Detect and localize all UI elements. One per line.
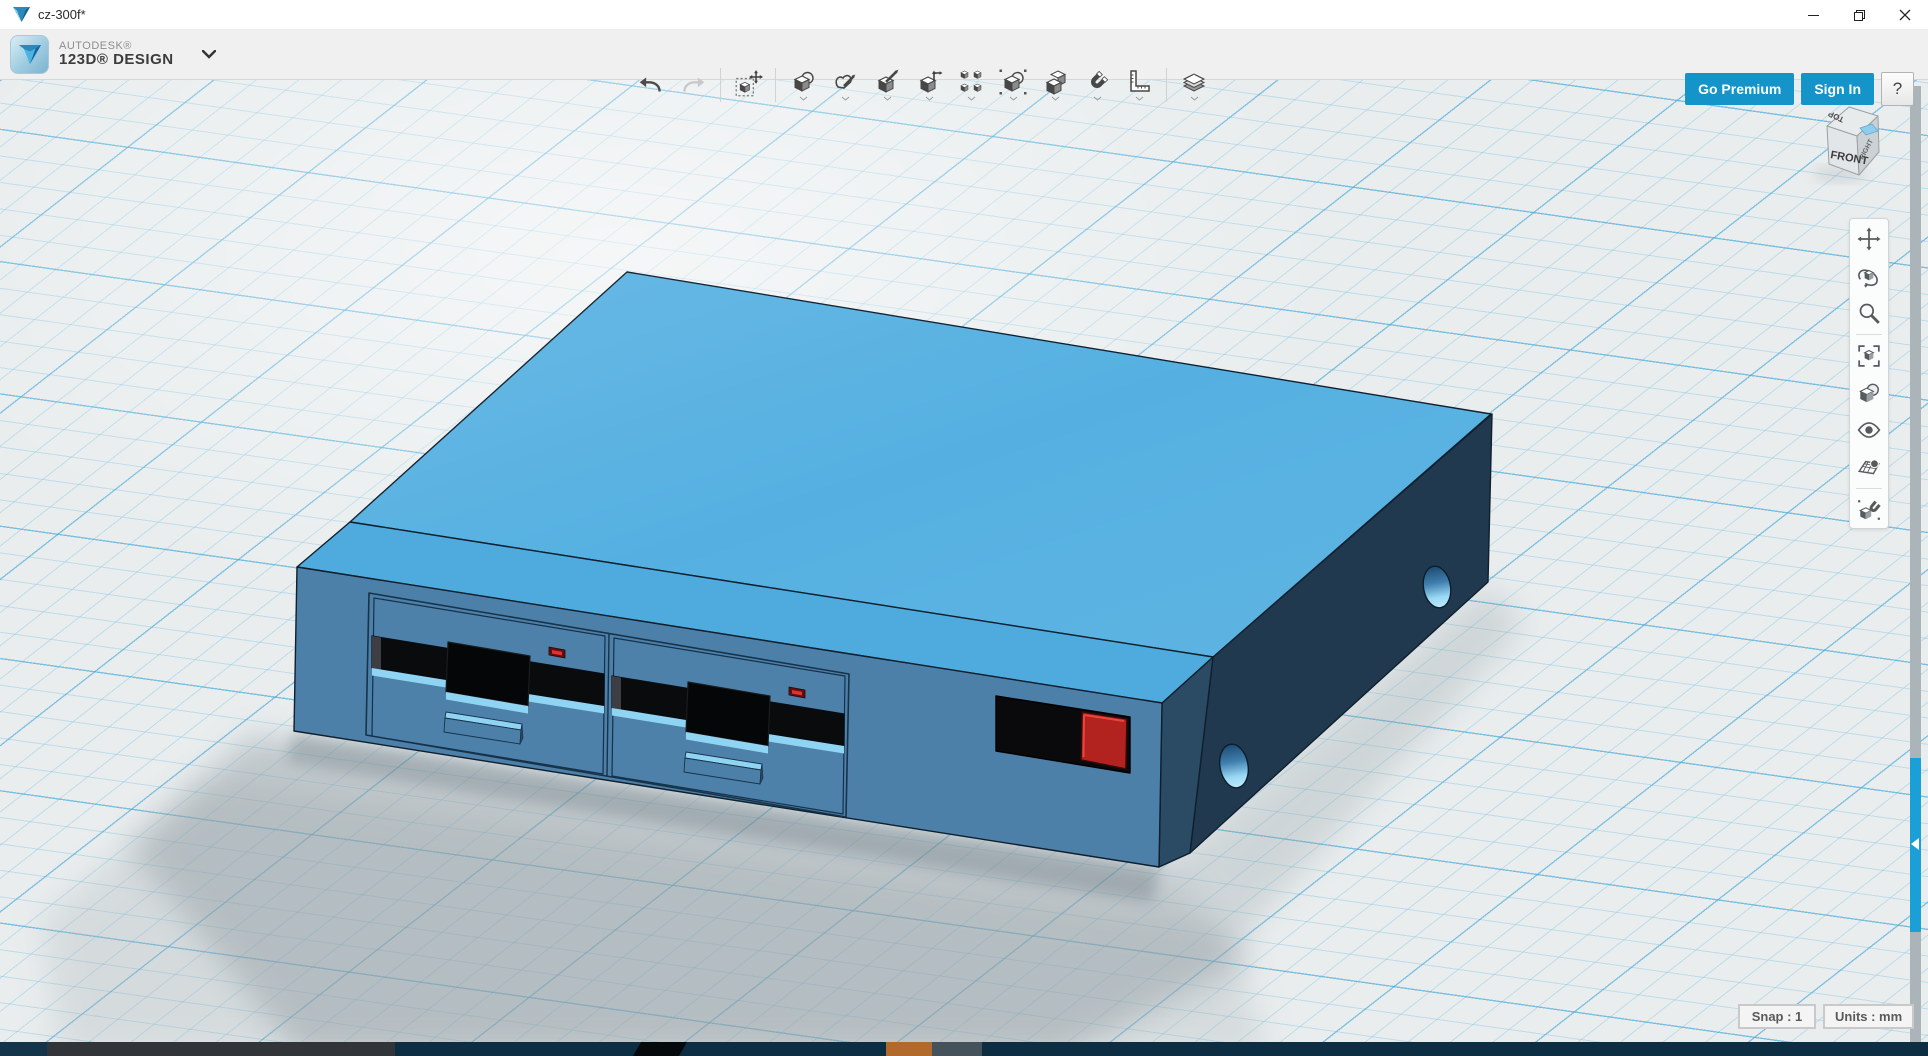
pattern-icon bbox=[956, 69, 986, 95]
view-cube-top-label[interactable]: TOP bbox=[1826, 109, 1845, 124]
toolbar-separator bbox=[720, 68, 721, 102]
dropdown-caret-icon bbox=[1135, 96, 1144, 101]
magnet-icon bbox=[1082, 69, 1112, 95]
material-icon[interactable] bbox=[1857, 381, 1881, 405]
navigation-toolbar bbox=[1849, 218, 1889, 529]
brand-text: AUTODESK® 123D® DESIGN bbox=[59, 40, 174, 69]
fit-view-icon[interactable] bbox=[1857, 344, 1881, 368]
snap-settings-icon[interactable] bbox=[1857, 498, 1881, 522]
dropdown-caret-icon bbox=[1190, 96, 1199, 101]
zoom-icon[interactable] bbox=[1857, 301, 1881, 325]
combine-icon bbox=[1040, 69, 1070, 95]
hide-show-eye-icon[interactable] bbox=[1857, 418, 1881, 442]
transform-move-button[interactable] bbox=[727, 62, 769, 108]
scene-canvas: FRONT TOP RIGHT bbox=[0, 80, 1928, 1056]
brand-123d-design: 123D® DESIGN bbox=[59, 52, 174, 69]
units-setting-box[interactable]: Units : mm bbox=[1823, 1004, 1914, 1029]
app-logo-icon bbox=[13, 7, 30, 27]
grid-visibility-icon[interactable] bbox=[1857, 455, 1881, 479]
nav-separator bbox=[1856, 488, 1882, 489]
main-toolbar bbox=[630, 60, 1215, 110]
toolbar-separator bbox=[775, 68, 776, 102]
brand-block: AUTODESK® 123D® DESIGN bbox=[10, 35, 216, 74]
status-bar: Snap : 1 Units : mm bbox=[1738, 1004, 1914, 1029]
sketch-button[interactable] bbox=[824, 62, 866, 108]
layers-icon bbox=[1179, 69, 1209, 95]
view-cube[interactable]: FRONT TOP RIGHT bbox=[1812, 107, 1879, 181]
taskbar-segment bbox=[47, 1042, 395, 1056]
snap-button[interactable] bbox=[1076, 62, 1118, 108]
dropdown-caret-icon bbox=[1093, 96, 1102, 101]
taskbar-segment bbox=[0, 1042, 47, 1056]
text-layers-button[interactable] bbox=[1173, 62, 1215, 108]
dropdown-caret-icon bbox=[1009, 96, 1018, 101]
modify-icon bbox=[914, 69, 944, 95]
measure-button[interactable] bbox=[1118, 62, 1160, 108]
snap-setting-box[interactable]: Snap : 1 bbox=[1738, 1004, 1816, 1029]
modify-button[interactable] bbox=[908, 62, 950, 108]
construct-icon bbox=[872, 69, 902, 95]
dropdown-caret-icon bbox=[799, 96, 808, 101]
sketch-icon bbox=[830, 69, 860, 95]
document-title: cz-300f* bbox=[38, 7, 86, 22]
undo-button[interactable] bbox=[630, 62, 672, 108]
taskbar-strip bbox=[0, 1042, 1928, 1056]
expand-left-arrow-icon bbox=[1911, 838, 1919, 850]
primitives-icon bbox=[788, 69, 818, 95]
toolbar-separator bbox=[1166, 68, 1167, 102]
minimize-button[interactable] bbox=[1790, 0, 1836, 30]
123d-logo-icon bbox=[10, 35, 49, 74]
go-premium-button[interactable]: Go Premium bbox=[1685, 73, 1794, 105]
redo-button[interactable] bbox=[672, 62, 714, 108]
3d-viewport[interactable]: FRONT TOP RIGHT bbox=[0, 80, 1928, 1056]
transform-move-icon bbox=[733, 70, 763, 100]
ruler-icon bbox=[1124, 69, 1154, 95]
panel-expander-tab[interactable] bbox=[1910, 758, 1921, 932]
taskbar-segment bbox=[886, 1042, 932, 1056]
combine-button[interactable] bbox=[1034, 62, 1076, 108]
taskbar-segment bbox=[633, 1042, 687, 1056]
sign-in-button[interactable]: Sign In bbox=[1801, 73, 1874, 105]
dropdown-caret-icon bbox=[967, 96, 976, 101]
grouping-button[interactable] bbox=[992, 62, 1034, 108]
dropdown-caret-icon bbox=[925, 96, 934, 101]
close-button[interactable] bbox=[1882, 0, 1928, 30]
construct-button[interactable] bbox=[866, 62, 908, 108]
app-header: AUTODESK® 123D® DESIGN bbox=[0, 30, 1928, 80]
orbit-icon[interactable] bbox=[1857, 264, 1881, 288]
close-icon bbox=[1899, 9, 1911, 21]
nav-separator bbox=[1856, 334, 1882, 335]
pattern-button[interactable] bbox=[950, 62, 992, 108]
window-titlebar: cz-300f* bbox=[0, 0, 1928, 30]
pan-icon[interactable] bbox=[1857, 227, 1881, 251]
restore-icon bbox=[1853, 9, 1866, 22]
minimize-icon bbox=[1808, 15, 1819, 16]
dropdown-caret-icon bbox=[883, 96, 892, 101]
dropdown-caret-icon bbox=[841, 96, 850, 101]
dropdown-caret-icon bbox=[1051, 96, 1060, 101]
app-menu-chevron-icon[interactable] bbox=[202, 50, 216, 59]
taskbar-segment bbox=[932, 1042, 982, 1056]
undo-icon bbox=[637, 71, 665, 99]
grouping-icon bbox=[998, 69, 1028, 95]
redo-icon bbox=[679, 71, 707, 99]
help-button[interactable]: ? bbox=[1881, 72, 1914, 106]
restore-button[interactable] bbox=[1836, 0, 1882, 30]
primitives-button[interactable] bbox=[782, 62, 824, 108]
